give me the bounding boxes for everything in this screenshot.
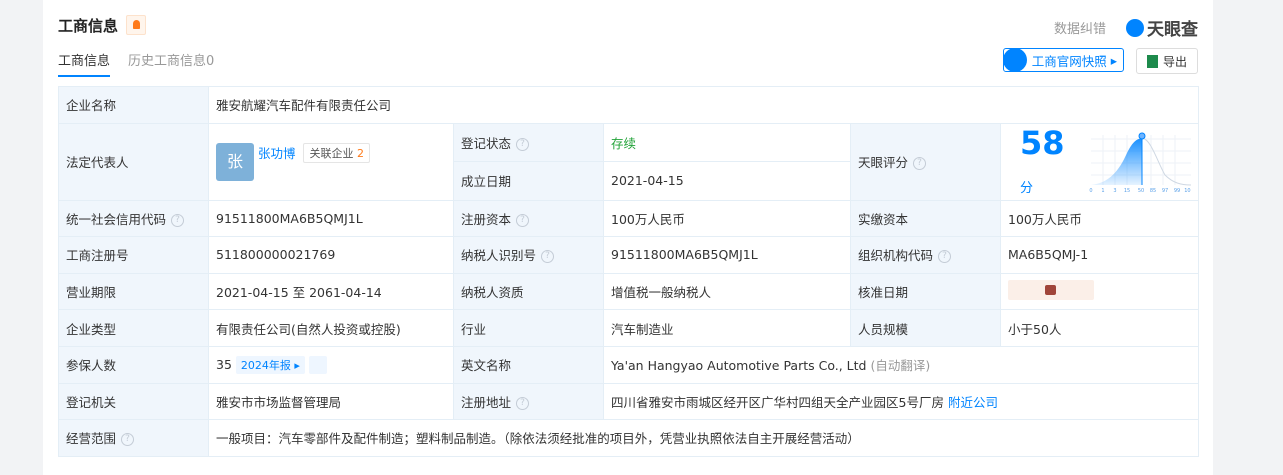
label: 行业: [453, 309, 604, 347]
score-value: 58分: [1020, 123, 1065, 196]
help-icon[interactable]: ?: [121, 433, 135, 447]
business-info-card: 工商信息 工商信息 历史工商信息0 数据纠错 天眼查 工商官网快照 ▸ 导出 企…: [43, 0, 1213, 475]
score-distribution-chart: 0 1 3 15 50 85 97 99 100: [1089, 132, 1191, 193]
help-icon[interactable]: ?: [516, 396, 530, 410]
label: 人员规模: [850, 309, 1001, 347]
score-curve: [1141, 137, 1191, 186]
industry: 汽车制造业: [603, 309, 851, 347]
label: 核准日期: [850, 272, 1001, 311]
score-cell: 58分 0 1 3 15 50 85 97 99 10: [999, 122, 1200, 201]
reg-no: 511800000021769: [208, 236, 454, 274]
reg-authority: 雅安市市场监督管理局: [208, 382, 454, 421]
logo-text: 天眼查: [1147, 20, 1198, 40]
found-date: 2021-04-15: [603, 161, 851, 201]
org-code: MA6B5QMJ-1: [999, 236, 1200, 274]
related-count: 2: [356, 146, 364, 160]
label: 成立日期: [453, 161, 604, 201]
help-icon[interactable]: ?: [938, 250, 952, 264]
label: 实缴资本: [850, 199, 1001, 238]
data-fix-link[interactable]: 数据纠错: [1054, 18, 1106, 37]
related-label: 关联企业: [309, 146, 354, 160]
label: 经营范围?: [58, 419, 209, 457]
approve-date-cell: [999, 272, 1200, 311]
axis-tick: 50: [1137, 188, 1143, 193]
axis-tick: 99: [1173, 188, 1179, 193]
label: 纳税人资质: [453, 272, 604, 311]
insured-count: 35: [216, 356, 232, 372]
label: 参保人数: [58, 345, 209, 384]
bell-icon[interactable]: [126, 15, 146, 35]
axis-tick: 0: [1089, 188, 1092, 193]
help-icon[interactable]: ?: [516, 137, 530, 151]
company-name: 雅安航耀汽车配件有限责任公司: [207, 86, 1200, 124]
nearby-companies-link[interactable]: 附近公司: [948, 395, 998, 410]
logo-icon: [1126, 18, 1144, 37]
insured-cell: 35 2024年报 ▸: [208, 345, 454, 384]
axis-tick: 1: [1101, 188, 1104, 193]
label: 天眼评分?: [850, 122, 1001, 201]
snapshot-button[interactable]: 工商官网快照 ▸: [1002, 48, 1124, 72]
label: 企业名称: [58, 86, 209, 124]
stamp-icon: [1002, 48, 1027, 72]
label: 法定代表人: [58, 122, 209, 201]
score-marker: [1138, 132, 1146, 140]
help-icon[interactable]: ?: [516, 213, 530, 227]
axis-tick: 85: [1149, 188, 1155, 193]
auto-translate-note: (自动翻译): [870, 358, 931, 374]
label: 营业期限: [58, 272, 209, 311]
taxpayer-id: 91511800MA6B5QMJ1L: [603, 236, 851, 274]
section-title: 工商信息: [58, 17, 119, 35]
label: 统一社会信用代码?: [58, 199, 209, 238]
reg-capital: 100万人民币: [603, 199, 851, 238]
label: 登记机关: [58, 382, 209, 421]
avatar[interactable]: 张: [216, 142, 254, 181]
export-label: 导出: [1162, 54, 1187, 69]
company-type: 有限责任公司(自然人投资或控股): [208, 309, 454, 347]
help-icon[interactable]: ?: [913, 157, 927, 171]
axis-tick: 97: [1161, 188, 1167, 193]
credit-code: 91511800MA6B5QMJ1L: [208, 199, 454, 238]
label: 企业类型: [58, 309, 209, 347]
trend-chart-icon[interactable]: [308, 356, 327, 375]
tab-history[interactable]: 历史工商信息0: [128, 50, 214, 77]
label: 注册资本?: [453, 199, 604, 238]
label: 工商注册号: [58, 236, 209, 274]
label: 纳税人识别号?: [453, 236, 604, 274]
tab-business-info[interactable]: 工商信息: [58, 50, 111, 77]
english-name-cell: Ya'an Hangyao Automotive Parts Co., Ltd …: [602, 345, 1200, 384]
reg-address: 四川省雅安市雨城区经开区广华村四组天全产业园区5号厂房: [611, 394, 944, 410]
related-companies-tag[interactable]: 关联企业 2: [303, 142, 370, 163]
label: 组织机构代码?: [850, 236, 1001, 274]
label: 英文名称: [453, 345, 604, 384]
english-name: Ya'an Hangyao Automotive Parts Co., Ltd: [611, 358, 867, 374]
export-button[interactable]: 导出: [1135, 48, 1198, 74]
staff-size: 小于50人: [999, 309, 1200, 347]
business-term: 2021-04-15 至 2061-04-14: [208, 272, 454, 311]
label: 注册地址?: [453, 382, 604, 421]
score-area: [1090, 137, 1142, 185]
legal-rep-name[interactable]: 张功博: [258, 146, 296, 161]
paid-capital: 100万人民币: [999, 199, 1200, 238]
lock-icon[interactable]: [1008, 280, 1094, 301]
axis-tick: 3: [1113, 188, 1116, 193]
logo: 天眼查: [1126, 15, 1198, 40]
business-scope: 一般项目：汽车零部件及配件制造；塑料制品制造。（除依法须经批准的项目外，凭营业执…: [207, 419, 1200, 457]
label: 登记状态?: [453, 122, 604, 163]
legal-rep-cell: 张 张功博 关联企业 2: [208, 122, 454, 201]
reg-status: 存续: [603, 122, 851, 163]
help-icon[interactable]: ?: [171, 213, 185, 227]
help-icon[interactable]: ?: [541, 250, 555, 264]
annual-report-link[interactable]: 2024年报 ▸: [235, 355, 305, 374]
snapshot-label: 工商官网快照: [1031, 53, 1107, 69]
axis-tick: 100: [1184, 188, 1191, 193]
excel-icon: [1146, 54, 1158, 68]
tax-qualification: 增值税一般纳税人: [603, 272, 851, 311]
axis-tick: 15: [1123, 188, 1129, 193]
info-table: 企业名称 雅安航耀汽车配件有限责任公司 法定代表人 张 张功博 关联企业 2 登…: [58, 86, 1200, 457]
address-cell: 四川省雅安市雨城区经开区广华村四组天全产业园区5号厂房 附近公司: [602, 382, 1200, 421]
